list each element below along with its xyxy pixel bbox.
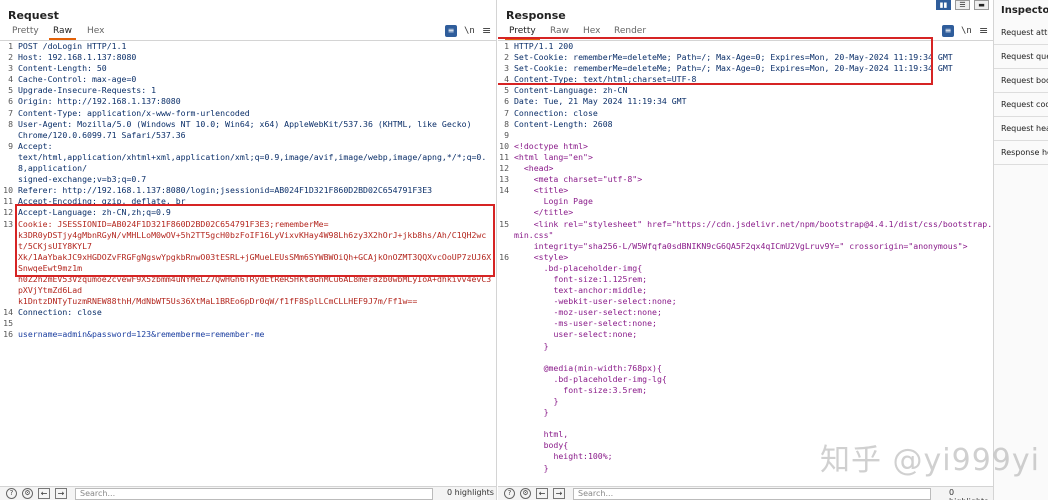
- request-tab-pretty[interactable]: Pretty: [12, 26, 39, 36]
- watermark: 知乎 @yi999yi: [820, 443, 1040, 478]
- request-line: 14 Connection: close: [3, 307, 102, 318]
- help-icon[interactable]: ?: [6, 488, 17, 499]
- request-line: 10 Referer: http://192.168.1.137:8080/log…: [3, 185, 433, 196]
- inspector-item-query-params[interactable]: Request query parameters: [994, 45, 1048, 69]
- request-tab-hex[interactable]: Hex: [87, 26, 104, 36]
- response-line: 6 Date: Tue, 21 May 2024 11:19:34 GMT: [504, 96, 687, 107]
- response-line: 11 <html lang="en">: [499, 151, 593, 162]
- inspector-item-cookies[interactable]: Request cookies: [994, 93, 1048, 117]
- request-line: 7 Content-Type: application/x-www-form-ur…: [8, 107, 250, 118]
- request-highlights-count: 0 highlights: [447, 488, 494, 497]
- message-view-icon[interactable]: ≡: [445, 25, 457, 37]
- request-pane: Request Pretty Raw Hex ≡ \n ≡ 1 POST /doL…: [0, 0, 497, 500]
- request-line-body: 16 username=admin&password=123&rememberme…: [3, 329, 265, 340]
- response-editor[interactable]: 1 HTTP/1.1 200 2 Set-Cookie: rememberMe=de…: [498, 41, 993, 495]
- request-search-bar: ? ⚙ ← → Search... 0 highlights: [0, 486, 496, 500]
- request-line: 4 Cache-Control: max-age=0: [8, 74, 137, 85]
- response-line: 9​: [504, 129, 509, 140]
- inspector-title: Inspector: [1001, 5, 1048, 16]
- tabs-view-icon[interactable]: ▬: [974, 0, 989, 10]
- response-line: 7 Connection: close: [504, 107, 598, 118]
- response-line: 8 Content-Length: 2608: [504, 118, 613, 129]
- newline-toggle-icon[interactable]: \n: [961, 25, 973, 37]
- settings-icon[interactable]: ⚙: [520, 488, 531, 499]
- request-line: 1 POST /doLogin HTTP/1.1: [8, 41, 127, 51]
- help-icon[interactable]: ?: [504, 488, 515, 499]
- inspector-item-request-attributes[interactable]: Request attributes: [994, 21, 1048, 45]
- response-line: 10 <!doctype html>: [499, 140, 588, 151]
- settings-icon[interactable]: ⚙: [22, 488, 33, 499]
- inspector-item-request-headers[interactable]: Request headers: [994, 117, 1048, 141]
- response-line: 12 <head>: [499, 163, 554, 174]
- request-title: Request: [8, 9, 59, 22]
- split-vertical-icon[interactable]: ☰: [955, 0, 970, 10]
- forward-arrow-icon[interactable]: →: [553, 488, 565, 499]
- menu-icon[interactable]: ≡: [482, 25, 494, 37]
- menu-icon[interactable]: ≡: [979, 25, 991, 37]
- response-title: Response: [506, 9, 566, 22]
- response-highlights-count: 0 highlights: [949, 488, 988, 500]
- inspector-panel: Inspector Request attributes Request que…: [994, 0, 1048, 500]
- request-line: 8 User-Agent: Mozilla/5.0 (Windows NT 10.…: [8, 118, 472, 140]
- inspector-item-body-params[interactable]: Request body parameters: [994, 69, 1048, 93]
- response-search-bar: ? ⚙ ← → Search... 0 highlights: [498, 486, 993, 500]
- message-view-icon[interactable]: ≡: [942, 25, 954, 37]
- layout-buttons: ▮▮ ☰ ▬: [936, 0, 992, 10]
- request-search-input[interactable]: Search...: [75, 488, 433, 500]
- headers-highlight-box: [498, 37, 933, 85]
- request-tab-raw[interactable]: Raw: [49, 26, 76, 40]
- response-tab-raw[interactable]: Raw: [550, 26, 569, 36]
- inspector-item-response-headers[interactable]: Response headers: [994, 141, 1048, 165]
- request-line: 2 Host: 192.168.1.137:8080: [8, 52, 137, 63]
- split-horizontal-icon[interactable]: ▮▮: [936, 0, 951, 10]
- newline-toggle-icon[interactable]: \n: [464, 25, 476, 37]
- forward-arrow-icon[interactable]: →: [55, 488, 67, 499]
- response-tab-render[interactable]: Render: [614, 26, 646, 36]
- response-line: 15 <link rel="stylesheet" href="https://…: [499, 218, 993, 251]
- request-line: 15​: [3, 318, 13, 329]
- back-arrow-icon[interactable]: ←: [536, 488, 548, 499]
- back-arrow-icon[interactable]: ←: [38, 488, 50, 499]
- response-pane: Response Pretty Raw Hex Render ≡ \n ≡ 1H…: [498, 0, 994, 500]
- response-tab-hex[interactable]: Hex: [583, 26, 600, 36]
- request-line: 9 Accept: text/html,application/xhtml+xml…: [8, 140, 487, 185]
- request-line: 6 Origin: http://192.168.1.137:8080: [8, 96, 181, 107]
- cookie-highlight-box: [15, 204, 495, 277]
- response-line: 14 <title> Login Page </title>: [499, 185, 593, 218]
- request-line: 3 Content-Length: 50: [8, 63, 107, 74]
- response-search-input[interactable]: Search...: [573, 488, 931, 500]
- response-tab-pretty[interactable]: Pretty: [505, 26, 540, 40]
- request-tabs: Pretty Raw Hex: [0, 26, 496, 40]
- response-line: 13 <meta charset="utf-8">: [499, 174, 643, 185]
- response-line: 5 Content-Language: zh-CN: [504, 85, 628, 96]
- request-line: 5 Upgrade-Insecure-Requests: 1: [8, 85, 157, 96]
